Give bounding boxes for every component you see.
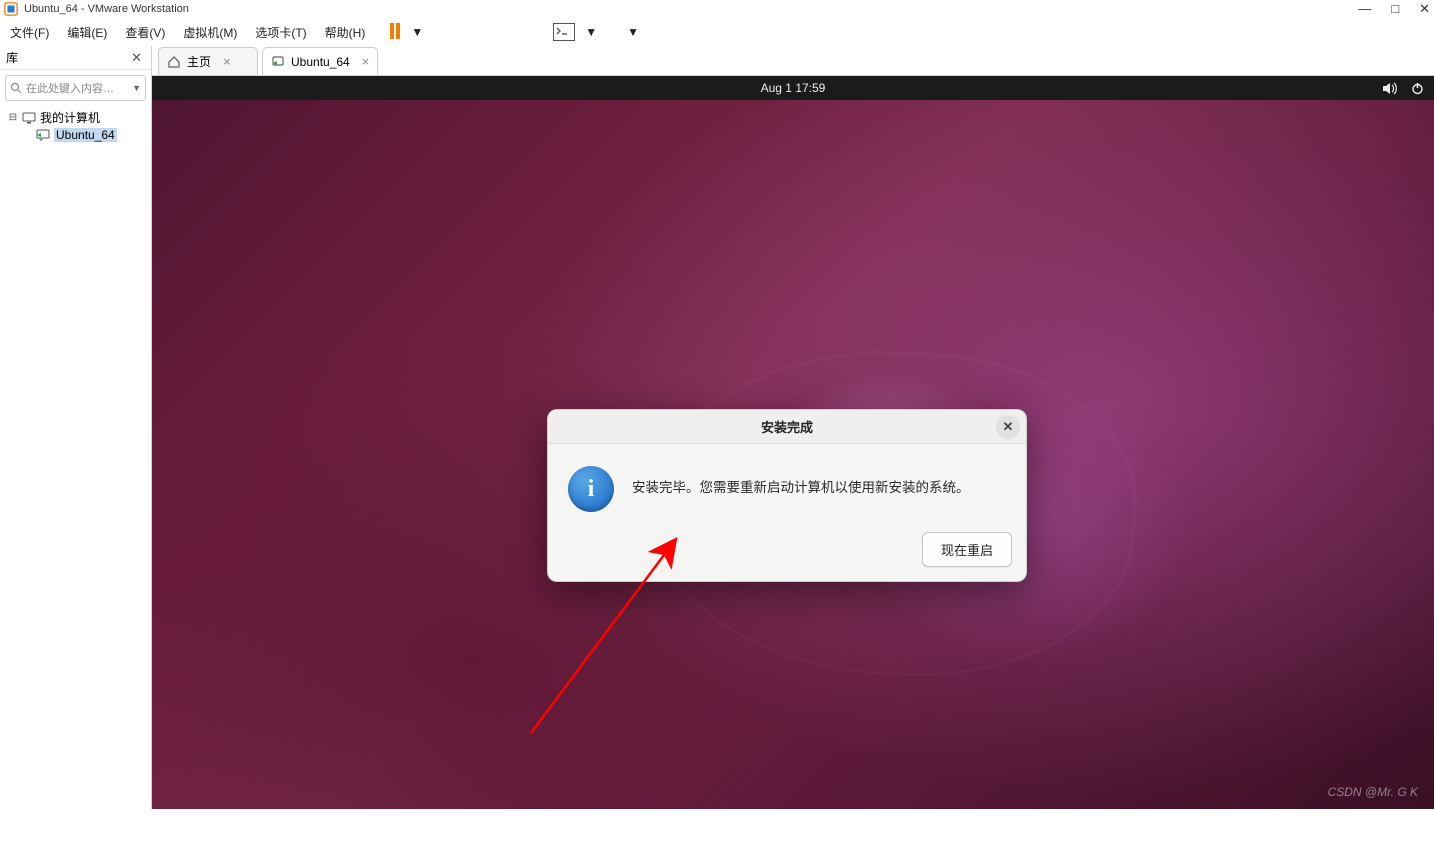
- tab-vm-label: Ubuntu_64: [291, 55, 350, 69]
- vm-running-icon: [271, 55, 285, 69]
- search-dropdown-icon[interactable]: ▼: [132, 83, 141, 93]
- menu-file[interactable]: 文件(F): [6, 22, 53, 43]
- vm-viewport[interactable]: Aug 1 17:59 安装完成 ✕ i 安: [152, 76, 1434, 809]
- tab-ubuntu64[interactable]: Ubuntu_64 ×: [262, 47, 378, 75]
- monitor-icon: [22, 112, 36, 124]
- menu-help[interactable]: 帮助(H): [321, 22, 370, 43]
- sidebar-title: 库: [6, 49, 18, 66]
- power-dropdown-icon[interactable]: ▼: [411, 25, 423, 39]
- content-area: 主页 × Ubuntu_64 × Aug 1 17:59: [152, 46, 1434, 809]
- volume-icon: [1382, 82, 1397, 95]
- tree-vm-label: Ubuntu_64: [54, 128, 117, 142]
- tab-home-close[interactable]: ×: [223, 54, 231, 69]
- gnome-top-bar: Aug 1 17:59: [152, 76, 1434, 100]
- window-controls: — □ ✕: [1358, 1, 1430, 17]
- menu-bar: 文件(F) 编辑(E) 查看(V) 虚拟机(M) 选项卡(T) 帮助(H) ▼ …: [0, 18, 1434, 46]
- console-button[interactable]: [553, 23, 575, 41]
- power-icon: [1411, 82, 1424, 95]
- menu-edit[interactable]: 编辑(E): [63, 22, 111, 43]
- tab-home[interactable]: 主页 ×: [158, 47, 258, 75]
- vm-running-icon: [36, 129, 50, 141]
- tab-vm-close[interactable]: ×: [362, 54, 370, 69]
- stretch-dropdown-icon[interactable]: ▼: [627, 25, 639, 39]
- dialog-close-button[interactable]: ✕: [996, 415, 1020, 439]
- menu-view[interactable]: 查看(V): [121, 22, 169, 43]
- menu-vm[interactable]: 虚拟机(M): [179, 22, 241, 43]
- dialog-titlebar: 安装完成 ✕: [548, 410, 1026, 444]
- pause-button[interactable]: [389, 23, 401, 42]
- sidebar-close-button[interactable]: ✕: [128, 50, 145, 66]
- maximize-button[interactable]: □: [1391, 1, 1399, 17]
- tree-collapse-icon[interactable]: ⊟: [8, 112, 18, 123]
- dialog-message: 安装完毕。您需要重新启动计算机以使用新安装的系统。: [632, 466, 970, 496]
- tab-bar: 主页 × Ubuntu_64 ×: [152, 46, 1434, 76]
- dialog-title: 安装完成: [761, 417, 813, 436]
- window-title: Ubuntu_64 - VMware Workstation: [24, 3, 189, 15]
- info-icon: i: [568, 466, 614, 512]
- gnome-status-area[interactable]: [1382, 82, 1424, 95]
- install-complete-dialog: 安装完成 ✕ i 安装完毕。您需要重新启动计算机以使用新安装的系统。 现在重启: [547, 409, 1027, 582]
- tab-home-label: 主页: [187, 53, 211, 70]
- vmware-app-icon: [4, 2, 18, 16]
- window-titlebar: Ubuntu_64 - VMware Workstation — □ ✕: [0, 0, 1434, 18]
- search-placeholder: 在此处键入内容…: [26, 80, 114, 96]
- sidebar-header: 库 ✕: [0, 46, 151, 70]
- home-icon: [167, 55, 181, 69]
- dialog-body: i 安装完毕。您需要重新启动计算机以使用新安装的系统。: [548, 444, 1026, 524]
- console-dropdown-icon[interactable]: ▼: [585, 25, 597, 39]
- tree-root-my-computer[interactable]: ⊟ 我的计算机: [4, 108, 147, 127]
- tree-vm-ubuntu64[interactable]: Ubuntu_64: [4, 127, 147, 143]
- watermark-text: CSDN @Mr. G K: [1328, 785, 1418, 799]
- search-icon: [10, 82, 22, 94]
- menu-tabs[interactable]: 选项卡(T): [251, 22, 310, 43]
- tree-root-label: 我的计算机: [40, 109, 100, 126]
- minimize-button[interactable]: —: [1358, 1, 1371, 17]
- library-tree: ⊟ 我的计算机 Ubuntu_64: [0, 106, 151, 145]
- gnome-clock[interactable]: Aug 1 17:59: [761, 81, 826, 95]
- close-button[interactable]: ✕: [1419, 1, 1430, 17]
- dialog-actions: 现在重启: [548, 524, 1026, 581]
- library-search-input[interactable]: 在此处键入内容… ▼: [5, 75, 146, 101]
- restart-now-button[interactable]: 现在重启: [922, 532, 1012, 567]
- library-sidebar: 库 ✕ 在此处键入内容… ▼ ⊟ 我的计算机 Ubuntu_64: [0, 46, 152, 809]
